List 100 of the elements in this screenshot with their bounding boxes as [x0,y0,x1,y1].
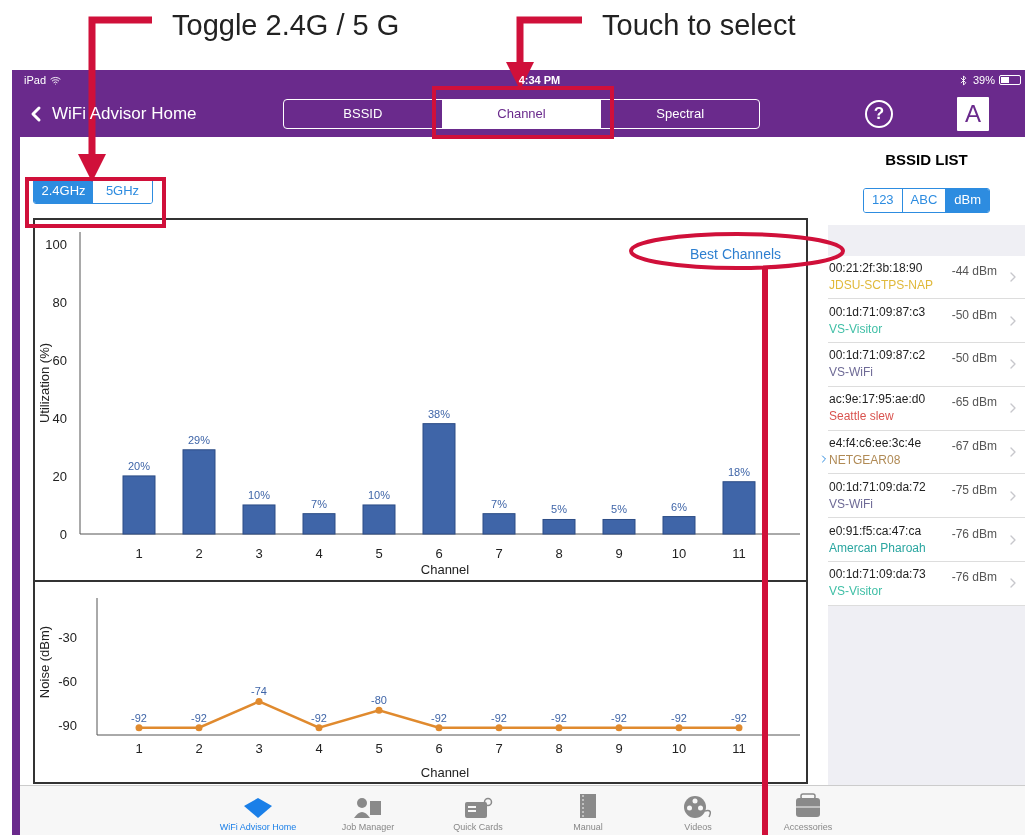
signal-strength: -50 dBm [951,350,997,368]
x-tick-label: 11 [732,546,746,561]
tab-bar-item[interactable]: Videos [650,786,746,835]
bar [722,481,756,535]
x-tick-label: 10 [671,546,687,561]
point-value-label: -92 [131,711,147,724]
x-tick-label: 8 [555,546,563,561]
x-tick-label: 9 [615,546,623,561]
x-tick-label: 10 [671,741,687,756]
network-name: NETGEAR08 [829,452,902,470]
x-tick-label: 4 [315,546,323,561]
point-value-label: -92 [191,711,207,724]
bssid-address: e0:91:f5:ca:47:ca [829,522,923,540]
bssid-row[interactable]: 00:1d:71:09:da:72 VS-WiFi -75 dBm [828,474,1025,519]
sidebar-title: BSSID LIST [885,150,968,170]
battery-icon [999,75,1021,85]
x-tick-label: 7 [495,546,503,561]
bar-value-label: 7% [491,497,507,510]
help-button[interactable]: ? [865,99,893,128]
network-name: VS-Visitor [829,583,884,601]
annotation-label: Touch to select [602,8,796,43]
x-tick-label: 8 [555,741,563,756]
annotation-label: Toggle 2.4G / 5 G [172,8,400,43]
signal-strength: -67 dBm [951,438,997,456]
tab-bar-item[interactable]: WiFi Advisor Home [210,786,306,835]
signal-strength: -75 dBm [951,481,997,499]
point-value-label: -92 [491,711,507,724]
view-tab[interactable]: Channel [441,99,601,128]
x-tick-label: 1 [135,546,143,561]
x-tick-label: 2 [195,741,203,756]
y-tick-label: -30 [58,630,77,646]
bar [662,516,696,535]
bar-value-label: 18% [728,465,750,478]
sort-segment[interactable]: dBm [945,188,990,212]
bssid-address: e4:f4:c6:ee:3c:4e [829,435,923,453]
tab-bar-item[interactable]: Job Manager [320,786,416,835]
data-point [615,724,623,732]
bssid-row[interactable]: 00:1d:71:09:da:73 VS-Visitor -76 dBm [828,562,1025,606]
x-tick-label: 5 [375,546,383,561]
app-logo[interactable]: A [955,94,991,133]
data-point [675,724,683,732]
band-toggle[interactable]: 2.4GHz [34,179,93,203]
point-value-label: -92 [431,711,447,724]
data-point [735,724,743,732]
data-point [435,724,443,732]
tab-bar-item[interactable]: Accessories [760,786,856,835]
wifi-icon [50,74,62,86]
bssid-address: ac:9e:17:95:ae:d0 [829,391,927,409]
back-button[interactable]: WiFi Advisor Home [20,100,283,127]
point-value-label: -92 [551,711,567,724]
bar-value-label: 7% [311,497,327,510]
bar-value-label: 5% [551,503,567,516]
bssid-address: 00:1d:71:09:da:72 [829,478,927,496]
network-name: Seattle slew [829,408,895,426]
case-icon [793,792,823,819]
film-reel-icon [683,794,713,819]
bssid-row[interactable]: 00:1d:71:09:87:c2 VS-WiFi -50 dBm [828,343,1025,387]
data-point [135,724,143,732]
network-name: VS-Visitor [829,320,884,338]
best-channels-link[interactable]: Best Channels [690,244,782,265]
x-tick-label: 7 [495,741,503,756]
tab-bar-item[interactable]: Manual [540,786,636,835]
people-icon [353,796,383,819]
y-tick-label: 80 [52,294,67,310]
card-icon [463,796,493,819]
y-axis-title: Noise (dBm) [37,625,52,699]
signal-strength: -76 dBm [951,525,997,543]
y-tick-label: 100 [45,236,67,252]
bar-value-label: 29% [188,433,210,446]
bssid-address: 00:1d:71:09:87:c3 [829,303,927,321]
view-tab[interactable]: Spectral [600,99,759,128]
bar-value-label: 10% [248,488,270,501]
bar-value-label: 20% [128,459,150,472]
device-name: iPad [24,72,47,88]
tab-bar-item[interactable]: Quick Cards [430,786,526,835]
bar-value-label: 38% [428,407,450,420]
diamond-icon [243,796,273,819]
bssid-row[interactable]: e0:91:f5:ca:47:ca Amercan Pharoah -76 dBm [828,518,1025,563]
x-tick-label: 11 [732,741,746,756]
bar-value-label: 6% [671,500,687,513]
bar [482,513,516,535]
bssid-row[interactable]: ac:9e:17:95:ae:d0 Seattle slew -65 dBm [828,386,1025,431]
y-tick-label: -60 [58,674,77,690]
point-value-label: -80 [371,694,387,707]
battery-percent: 39% [972,72,995,88]
bar [542,519,576,535]
bssid-row[interactable]: 00:21:2f:3b:18:90 JDSU-SCTPS-NAP -44 dBm [828,255,1025,300]
point-value-label: -92 [611,711,627,724]
x-tick-label: 1 [135,741,143,756]
bssid-row[interactable]: e4:f4:c6:ee:3c:4e NETGEAR08 -67 dBm [828,430,1025,475]
signal-strength: -50 dBm [951,306,997,324]
network-name: JDSU-SCTPS-NAP [829,276,934,294]
bar-value-label: 10% [368,488,390,501]
signal-strength: -65 dBm [951,394,997,412]
signal-strength: -44 dBm [951,262,997,280]
view-tab[interactable]: BSSID [284,99,442,128]
network-name: Amercan Pharoah [829,539,927,557]
x-tick-label: 6 [435,741,443,756]
y-tick-label: 60 [52,352,67,368]
bssid-row[interactable]: 00:1d:71:09:87:c3 VS-Visitor -50 dBm [828,299,1025,344]
